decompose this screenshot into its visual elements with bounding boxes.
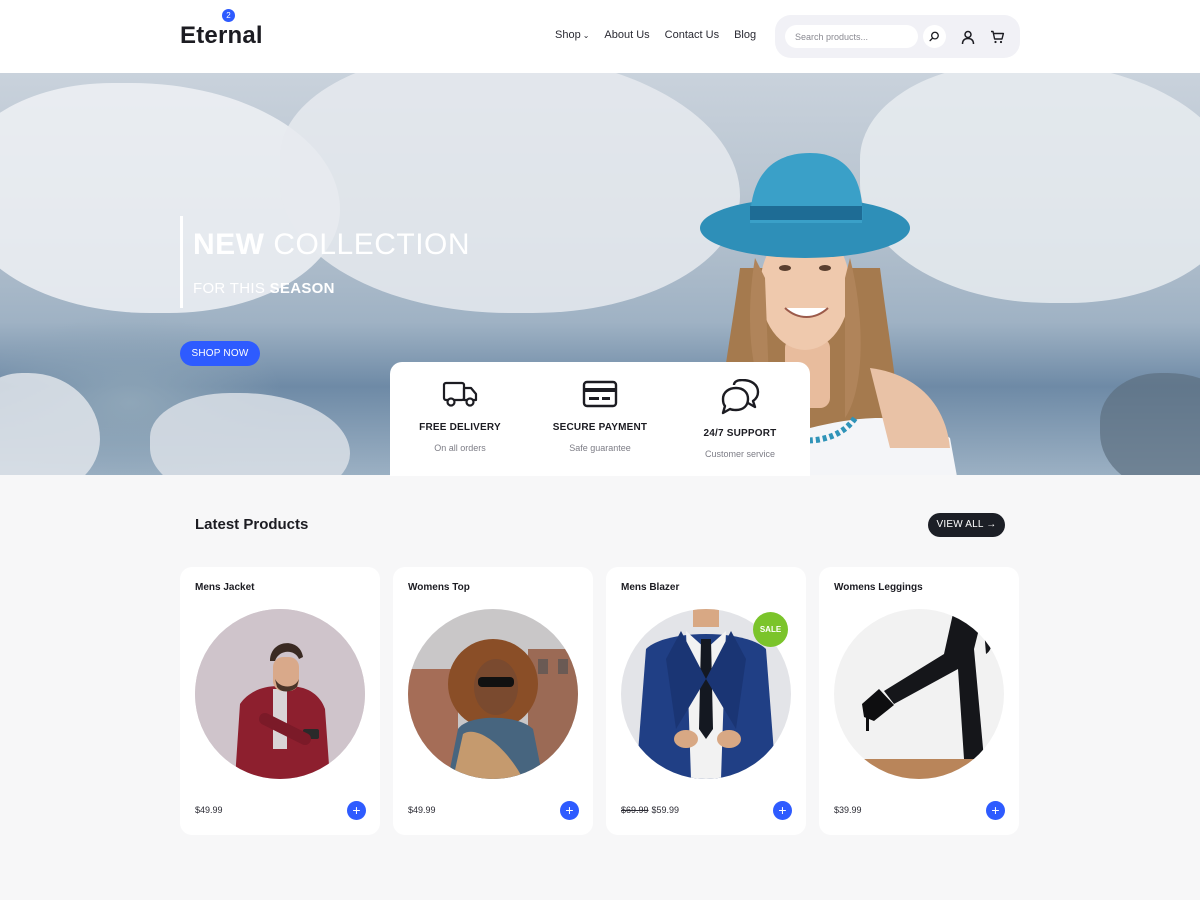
nav-item-contact[interactable]: Contact Us — [665, 29, 719, 41]
feature-delivery: FREE DELIVERY On all orders — [390, 362, 530, 476]
feature-subtitle: Safe guarantee — [569, 443, 631, 453]
features-panel: FREE DELIVERY On all orders SECURE PAYME… — [390, 362, 810, 476]
nav-item-blog[interactable]: Blog — [734, 29, 756, 41]
chat-bubbles-icon — [721, 379, 760, 415]
product-card-mens-blazer[interactable]: Mens Blazer SALE $69.99 $59.99 + — [606, 567, 806, 835]
hero-accent-line — [180, 216, 183, 308]
section-title: Latest Products — [195, 516, 309, 533]
product-card-womens-leggings[interactable]: Womens Leggings $39.99 + — [819, 567, 1019, 835]
cart-button[interactable] — [987, 27, 1007, 47]
credit-card-icon — [582, 380, 618, 408]
product-old-price: $69.99 — [621, 805, 649, 815]
product-price: $39.99 — [834, 805, 862, 815]
feature-title: SECURE PAYMENT — [552, 422, 648, 433]
product-name[interactable]: Womens Leggings — [834, 582, 923, 593]
add-to-cart-button[interactable]: + — [773, 801, 792, 820]
product-sale-price: $59.99 — [651, 805, 680, 815]
product-image[interactable] — [195, 609, 365, 779]
product-card-mens-jacket[interactable]: Mens Jacket $49.99 + — [180, 567, 380, 835]
product-image[interactable] — [834, 609, 1004, 779]
nav-item-shop[interactable]: Shop ⌄ — [555, 29, 589, 41]
product-image[interactable] — [408, 609, 578, 779]
add-to-cart-button[interactable]: + — [986, 801, 1005, 820]
header-tools — [775, 15, 1020, 58]
feature-title: FREE DELIVERY — [419, 422, 501, 433]
view-all-button[interactable]: VIEW ALL → — [928, 513, 1005, 537]
feature-subtitle: Customer service — [704, 449, 776, 459]
add-to-cart-button[interactable]: + — [347, 801, 366, 820]
feature-support: 24/7 SUPPORT Customer service — [670, 362, 810, 476]
user-icon — [961, 30, 975, 44]
hero-title-rest: COLLECTION — [273, 228, 471, 261]
hero-sub-bold: SEASON — [269, 280, 335, 297]
product-price: $49.99 — [408, 805, 436, 815]
hero-subtitle: FOR THIS SEASON — [193, 280, 335, 297]
truck-icon — [442, 381, 478, 407]
site-header: Eternal Shop⌄ About Us Contact Us Blog 2 — [0, 0, 1200, 73]
add-to-cart-button[interactable]: + — [560, 801, 579, 820]
hero-rock — [1100, 373, 1200, 475]
main-nav: Shop ⌄ About Us Contact Us Blog — [555, 29, 756, 41]
shop-now-button[interactable]: SHOP NOW — [180, 341, 260, 366]
hero-sub-light: FOR THIS — [193, 280, 266, 297]
search-button[interactable] — [923, 25, 946, 48]
sale-badge: SALE — [753, 612, 788, 647]
feature-payment: SECURE PAYMENT Safe guarantee — [530, 362, 670, 476]
cart-count-badge: 2 — [222, 9, 235, 22]
feature-subtitle: On all orders — [434, 443, 486, 453]
hero-rock — [150, 393, 350, 475]
product-name[interactable]: Womens Top — [408, 582, 470, 593]
hero-rock — [0, 373, 100, 475]
nav-item-about[interactable]: About Us — [604, 29, 649, 41]
account-button[interactable] — [958, 27, 978, 47]
hero-title-bold: NEW — [193, 228, 265, 261]
product-card-womens-top[interactable]: Womens Top $49.99 + — [393, 567, 593, 835]
feature-title: 24/7 SUPPORT — [703, 428, 777, 439]
search-input[interactable] — [785, 25, 918, 48]
product-name[interactable]: Mens Jacket — [195, 582, 254, 593]
product-name[interactable]: Mens Blazer — [621, 582, 679, 593]
hero-title: NEW COLLECTION — [193, 228, 470, 262]
cart-icon — [990, 30, 1004, 44]
chevron-down-icon: ⌄ — [582, 31, 590, 40]
product-price: $69.99 $59.99 — [621, 805, 679, 815]
nav-item-shop-label: Shop — [555, 29, 581, 41]
product-price: $49.99 — [195, 805, 223, 815]
site-logo[interactable]: Eternal — [180, 22, 263, 50]
search-icon — [929, 31, 939, 42]
